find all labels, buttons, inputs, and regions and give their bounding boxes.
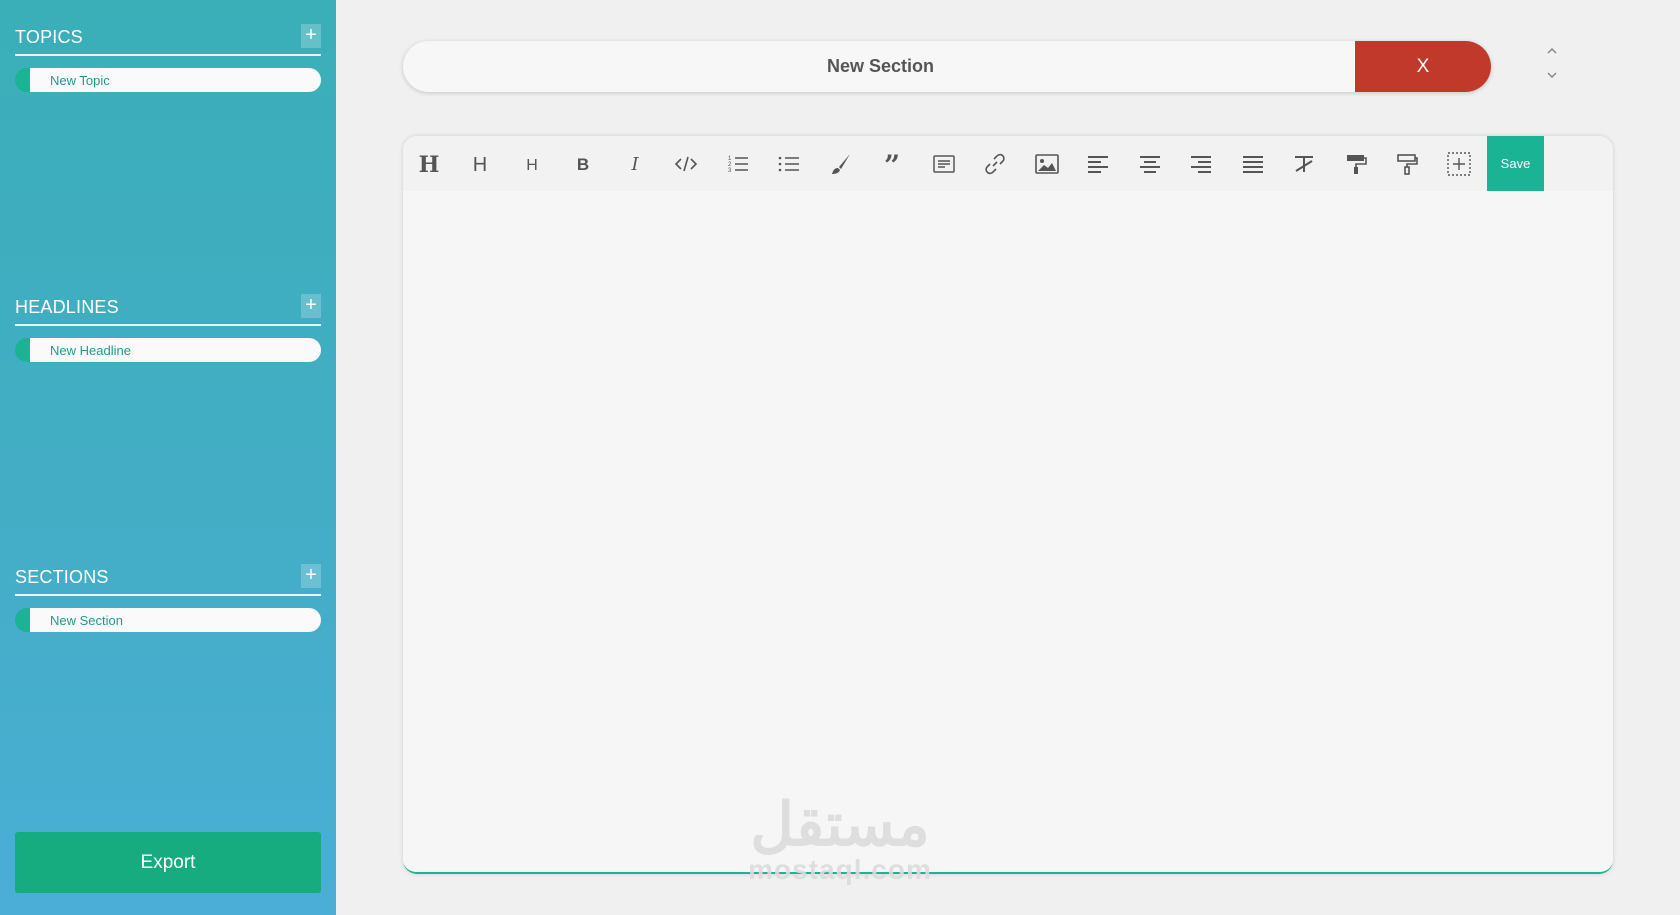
save-button[interactable]: Save [1487,136,1544,191]
align-right-icon[interactable] [1181,136,1221,191]
sidebar: TOPICS + New Topic HEADLINES + New Headl… [0,0,336,915]
close-section-button[interactable]: X [1355,41,1491,92]
svg-text:I: I [630,154,639,175]
section-item-label: New Section [50,613,123,628]
format-painter-icon[interactable] [1336,136,1376,191]
chevron-up-icon[interactable] [1545,44,1559,58]
quote-icon[interactable]: ” [872,136,912,191]
section-item[interactable]: New Section [15,608,321,632]
svg-text:”: ” [884,151,900,177]
topics-header: TOPICS + [15,22,321,56]
svg-text:H: H [526,157,538,174]
topic-item[interactable]: New Topic [15,68,321,92]
unordered-list-icon[interactable] [769,136,809,191]
image-icon[interactable] [1027,136,1067,191]
chevron-down-icon[interactable] [1545,68,1559,82]
link-icon[interactable] [975,136,1015,191]
italic-icon[interactable]: I [615,136,655,191]
clear-format-icon[interactable] [1284,136,1324,191]
topics-title: TOPICS [15,27,83,47]
svg-text:H: H [419,152,440,177]
add-headline-button[interactable]: + [301,294,321,318]
code-icon[interactable] [666,136,706,191]
section-title-bar: New Section X [403,41,1491,92]
brush-icon[interactable] [821,136,861,191]
editor: H H H B I 123 ” Save [403,136,1613,874]
heading-1-icon[interactable]: H [409,136,449,191]
headlines-title: HEADLINES [15,297,119,317]
headline-item[interactable]: New Headline [15,338,321,362]
svg-text:H: H [473,154,487,176]
sections-title: SECTIONS [15,567,109,587]
sections-header: SECTIONS + [15,562,321,596]
format-painter-outline-icon[interactable] [1387,136,1427,191]
add-topic-button[interactable]: + [301,24,321,48]
sections-group: SECTIONS + New Section [15,562,321,632]
watermark-logo: مستقل mostaql.com [735,795,945,895]
topic-item-label: New Topic [50,73,110,88]
headlines-header: HEADLINES + [15,292,321,326]
topics-group: TOPICS + New Topic [15,22,321,92]
svg-text:B: B [577,155,589,174]
align-justify-icon[interactable] [1233,136,1273,191]
bold-icon[interactable]: B [563,136,603,191]
headline-item-label: New Headline [50,343,131,358]
ordered-list-icon[interactable]: 123 [718,136,758,191]
text-block-icon[interactable] [924,136,964,191]
editor-content-area[interactable] [403,191,1613,872]
watermark-latin: mostaql.com [748,854,932,885]
svg-text:3: 3 [728,168,732,174]
section-title[interactable]: New Section [403,41,1358,92]
watermark-arabic: مستقل [750,791,930,858]
align-left-icon[interactable] [1078,136,1118,191]
align-center-icon[interactable] [1130,136,1170,191]
add-section-button[interactable]: + [301,564,321,588]
heading-3-icon[interactable]: H [512,136,552,191]
headlines-group: HEADLINES + New Headline [15,292,321,362]
export-button[interactable]: Export [15,832,321,893]
editor-toolbar: H H H B I 123 ” Save [403,136,1613,191]
add-block-icon[interactable] [1439,136,1479,191]
heading-2-icon[interactable]: H [460,136,500,191]
